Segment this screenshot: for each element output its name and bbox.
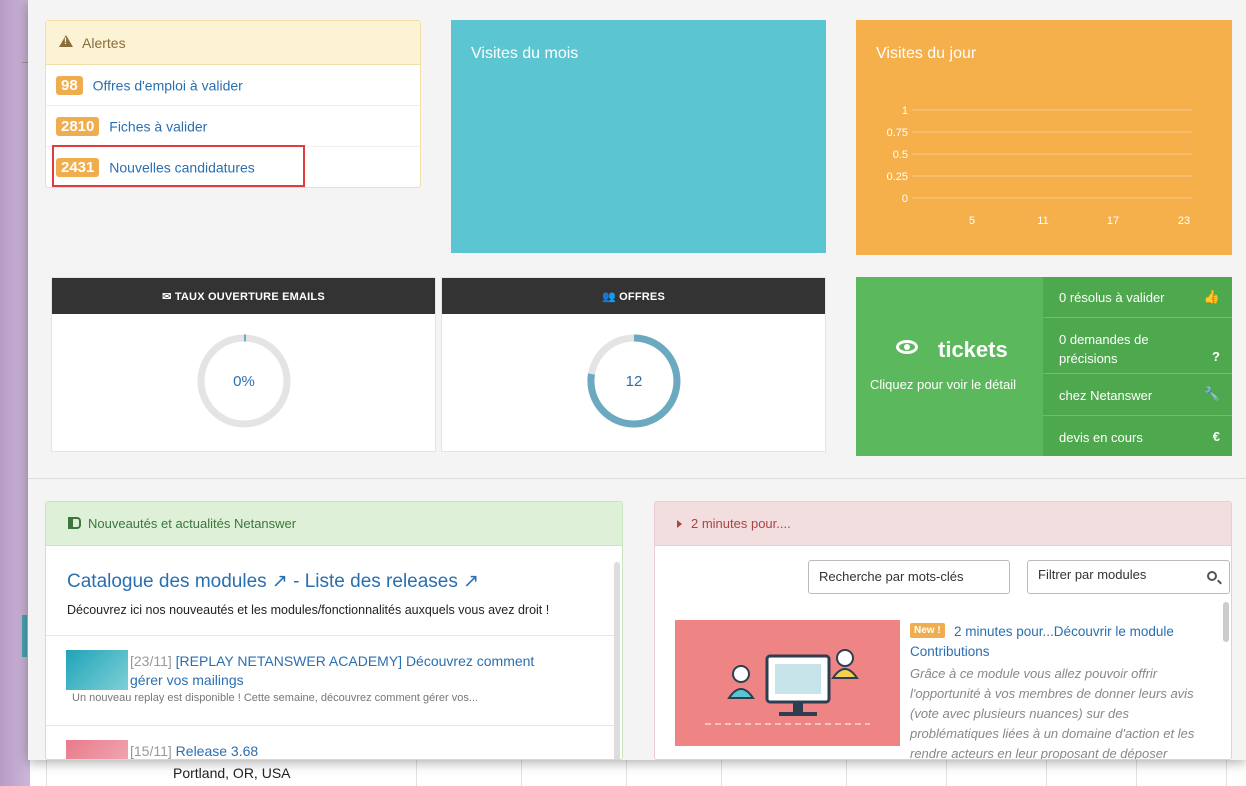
offres-gauge-value: 12 bbox=[626, 373, 643, 390]
news-panel: Nouveautés et actualités Netanswer Catal… bbox=[45, 501, 623, 760]
ticket-status-devis[interactable]: devis en cours € bbox=[1043, 415, 1232, 456]
alert-link[interactable]: Offres d'emploi à valider bbox=[93, 78, 243, 94]
alert-link[interactable]: Fiches à valider bbox=[109, 119, 207, 135]
new-badge: New ! bbox=[910, 623, 945, 638]
section-divider bbox=[28, 478, 1246, 479]
alerts-header: Alertes bbox=[46, 21, 420, 65]
emails-stat-title: TAUX OUVERTURE EMAILS bbox=[174, 291, 325, 303]
search-icon bbox=[1207, 571, 1217, 581]
alert-count-badge: 98 bbox=[56, 76, 83, 95]
alert-count-badge: 2810 bbox=[56, 117, 100, 136]
news-item-title[interactable]: [23/11] [REPLAY NETANSWER ACADEMY] Décou… bbox=[130, 652, 570, 690]
module-filter-select[interactable]: Filtrer par modules bbox=[1027, 560, 1230, 594]
alert-item-fiches[interactable]: 2810 Fiches à valider bbox=[46, 106, 420, 147]
link-separator: - bbox=[287, 571, 305, 592]
visites-jour-tile: Visites du jour 1 0.75 0.5 0.25 0 5 11 1… bbox=[856, 20, 1232, 255]
alert-item-offres[interactable]: 98 Offres d'emploi à valider bbox=[46, 65, 420, 106]
eye-icon bbox=[896, 340, 918, 354]
emails-stat-header: ✉ TAUX OUVERTURE EMAILS bbox=[52, 278, 435, 314]
illustration bbox=[705, 649, 870, 725]
two-minutes-header: 2 minutes pour.... bbox=[655, 502, 1231, 546]
two-minutes-panel: 2 minutes pour.... Recherche par mots-cl… bbox=[654, 501, 1232, 760]
question-icon: ? bbox=[1212, 349, 1220, 364]
news-thumbnail bbox=[66, 740, 128, 759]
emails-stat-panel: ✉ TAUX OUVERTURE EMAILS 0% bbox=[51, 277, 436, 452]
megaphone-icon bbox=[68, 517, 81, 529]
news-links: Catalogue des modules ↗ - Liste des rele… bbox=[67, 570, 479, 593]
thumbs-up-icon: 👍 bbox=[1203, 289, 1220, 304]
emails-gauge: 0% bbox=[197, 334, 291, 428]
ticket-status-precisions[interactable]: 0 demandes de précisions ? bbox=[1043, 317, 1232, 373]
background-accent bbox=[22, 615, 27, 657]
alerts-title: Alertes bbox=[82, 35, 126, 51]
news-description: Découvrez ici nos nouveautés et les modu… bbox=[67, 603, 550, 617]
releases-link[interactable]: Liste des releases bbox=[305, 571, 458, 592]
tickets-subtitle: Cliquez pour voir le détail bbox=[870, 377, 1016, 392]
y-tick-label: 0.75 bbox=[887, 127, 908, 139]
y-tick-label: 0.25 bbox=[887, 171, 908, 183]
tickets-tile: tickets Cliquez pour voir le détail 0 ré… bbox=[856, 277, 1232, 456]
x-tick-label: 17 bbox=[1107, 215, 1119, 227]
offres-stat-header: 👥 OFFRES bbox=[442, 278, 825, 314]
news-scrollbar[interactable] bbox=[614, 562, 620, 759]
visites-jour-chart: 1 0.75 0.5 0.25 0 5 11 17 23 bbox=[887, 105, 1192, 227]
news-thumbnail bbox=[66, 650, 128, 690]
y-tick-label: 0.5 bbox=[893, 149, 908, 161]
two-minutes-item-title[interactable]: 2 minutes pour...Découvrir le module Con… bbox=[910, 622, 1210, 662]
offres-stat-title: OFFRES bbox=[619, 291, 665, 303]
y-tick-label: 1 bbox=[902, 105, 908, 117]
two-minutes-title: 2 minutes pour.... bbox=[691, 516, 791, 531]
news-item[interactable]: [15/11] Release 3.68 bbox=[46, 725, 618, 759]
news-item[interactable]: [23/11] [REPLAY NETANSWER ACADEMY] Décou… bbox=[46, 635, 618, 725]
ticket-status-netanswer[interactable]: chez Netanswer 🔧 bbox=[1043, 373, 1232, 415]
tickets-summary[interactable]: tickets Cliquez pour voir le détail bbox=[856, 277, 1043, 456]
visites-mois-title: Visites du mois bbox=[471, 45, 579, 62]
catalog-link[interactable]: Catalogue des modules bbox=[67, 571, 267, 592]
news-title: Nouveautés et actualités Netanswer bbox=[88, 516, 297, 531]
keyword-search-input[interactable]: Recherche par mots-clés bbox=[808, 560, 1010, 594]
tickets-status-list: 0 résolus à valider 👍 0 demandes de préc… bbox=[1043, 277, 1232, 456]
warning-icon bbox=[59, 35, 73, 47]
euro-icon: € bbox=[1212, 429, 1220, 444]
video-thumbnail[interactable] bbox=[675, 620, 900, 746]
two-minutes-item-text: Grâce à ce module vous allez pouvoir off… bbox=[910, 666, 1195, 760]
offres-stat-panel: 👥 OFFRES 12 bbox=[441, 277, 826, 452]
users-icon: 👥 bbox=[602, 291, 620, 303]
external-link-icon: ↗ bbox=[271, 571, 288, 592]
x-tick-label: 5 bbox=[969, 215, 975, 227]
envelope-icon: ✉ bbox=[162, 291, 175, 303]
offres-gauge: 12 bbox=[587, 334, 681, 428]
x-tick-label: 23 bbox=[1178, 215, 1190, 227]
ticket-status-resolus[interactable]: 0 résolus à valider 👍 bbox=[1043, 277, 1232, 317]
dashboard-popup: Alertes 98 Offres d'emploi à valider 281… bbox=[28, 0, 1246, 760]
visites-mois-tile: Visites du mois bbox=[451, 20, 826, 253]
news-item-title[interactable]: [15/11] Release 3.68 bbox=[130, 742, 570, 759]
two-minutes-scrollbar[interactable] bbox=[1223, 602, 1229, 642]
highlight-box bbox=[52, 145, 305, 187]
y-tick-label: 0 bbox=[902, 193, 908, 205]
background-location: Portland, OR, USA bbox=[173, 765, 291, 781]
tickets-title: tickets bbox=[896, 337, 1008, 363]
emails-gauge-value: 0% bbox=[233, 373, 255, 390]
x-tick-label: 11 bbox=[1037, 215, 1048, 227]
external-link-icon: ↗ bbox=[463, 571, 480, 592]
news-item-excerpt: Un nouveau replay est disponible ! Cette… bbox=[72, 692, 478, 704]
news-header: Nouveautés et actualités Netanswer bbox=[46, 502, 622, 546]
wrench-icon: 🔧 bbox=[1203, 386, 1220, 401]
caret-right-icon bbox=[677, 520, 682, 528]
